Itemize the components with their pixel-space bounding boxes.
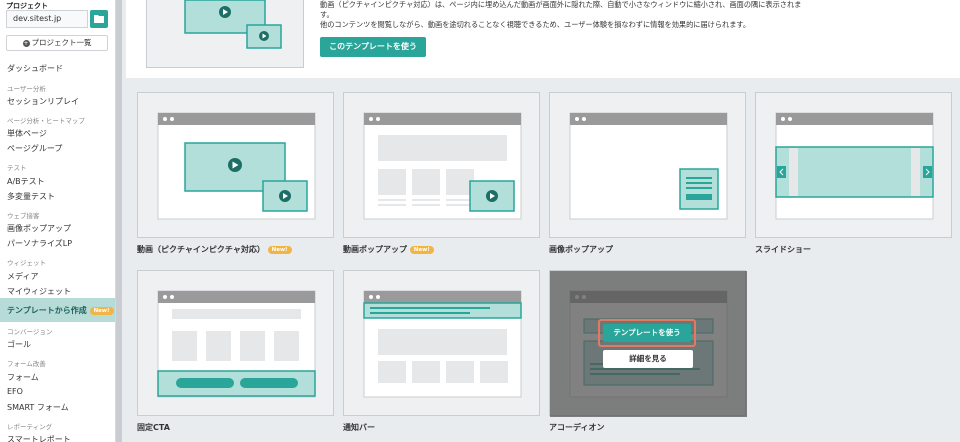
template-card-title: 固定CTA: [137, 423, 170, 432]
template-thumbnail[interactable]: [137, 270, 334, 416]
new-badge: New!: [89, 306, 114, 315]
sidebar-item-smart-report[interactable]: スマートレポート: [7, 434, 71, 442]
description-line: す。: [320, 10, 334, 19]
section-web-service: ウェブ接客: [7, 212, 40, 220]
sidebar-item-personalize-lp[interactable]: パーソナライズLP: [7, 238, 72, 249]
image-popup-thumbnail: [569, 112, 728, 220]
template-card-title: スライドショー: [755, 245, 811, 254]
use-this-template-button[interactable]: このテンプレートを使う: [320, 37, 426, 57]
sidebar-item-page-group[interactable]: ページグループ: [7, 143, 62, 154]
sidebar-item-smart-form[interactable]: SMART フォーム: [7, 402, 69, 413]
template-card-slideshow[interactable]: スライドショー: [755, 92, 952, 258]
new-badge: New!: [409, 245, 434, 254]
pip-video-thumbnail: [157, 112, 316, 220]
template-title: 動画（ピクチャインピクチャ対応）: [137, 245, 265, 254]
project-list-label: プロジェクト一覧: [31, 38, 92, 47]
sidebar-item-session-replay[interactable]: セッションリプレイ: [7, 96, 79, 107]
template-thumbnail[interactable]: [343, 92, 540, 238]
project-list-button[interactable]: + プロジェクト一覧: [6, 35, 108, 51]
sidebar-item-ab-test[interactable]: A/Bテスト: [7, 176, 45, 187]
description-line: 動画（ピクチャインピクチャ対応）は、ページ内に埋め込んだ動画が画面外に隠れた際、…: [320, 0, 802, 9]
section-conversion: コンバージョン: [7, 328, 53, 336]
template-thumbnail[interactable]: [755, 92, 952, 238]
template-card-title: アコーディオン: [549, 423, 605, 432]
section-page-analysis: ページ分析・ヒートマップ: [7, 117, 85, 125]
sidebar-item-goal[interactable]: ゴール: [7, 339, 31, 350]
folder-icon: [94, 15, 104, 23]
hover-overlay: テンプレートを使う 詳細を見る: [550, 271, 747, 417]
sidebar-item-create-from-template[interactable]: テンプレートから作成 New!: [0, 298, 115, 322]
template-detail-panel: 動画（ピクチャインピクチャ対応）は、ページ内に埋め込んだ動画が画面外に隠れた際、…: [126, 0, 960, 78]
section-reporting: レポーティング: [7, 423, 53, 431]
sidebar-item-media[interactable]: メディア: [7, 271, 38, 282]
sidebar-item-image-popup[interactable]: 画像ポップアップ: [7, 223, 71, 234]
sidebar-item-efo[interactable]: EFO: [7, 387, 23, 396]
section-form: フォーム改善: [7, 360, 46, 368]
template-card-video-popup[interactable]: 動画ポップアップ New!: [343, 92, 540, 258]
template-thumbnail[interactable]: [549, 92, 746, 238]
sidebar-item-label: テンプレートから作成: [7, 306, 87, 315]
site-selector[interactable]: dev.sitest.jp: [6, 10, 88, 28]
view-details-button[interactable]: 詳細を見る: [603, 350, 693, 368]
template-thumbnail[interactable]: [343, 270, 540, 416]
description-line: 他のコンテンツを閲覧しながら、動画を途切れることなく視聴できるため、ユーザー体験…: [320, 20, 751, 29]
use-template-button[interactable]: テンプレートを使う: [603, 324, 691, 342]
template-description: 動画（ピクチャインピクチャ対応）は、ページ内に埋め込んだ動画が画面外に隠れた際、…: [320, 0, 920, 30]
template-thumbnail[interactable]: [137, 92, 334, 238]
template-card-title: 動画（ピクチャインピクチャ対応） New!: [137, 244, 292, 255]
sidebar-item-dashboard[interactable]: ダッシュボード: [7, 63, 63, 74]
sidebar-item-my-widget[interactable]: マイウィジェット: [7, 286, 71, 297]
pip-video-preview: [184, 0, 282, 49]
fixed-cta-thumbnail: [157, 290, 316, 398]
template-thumbnail[interactable]: テンプレートを使う 詳細を見る: [549, 270, 747, 417]
section-test: テスト: [7, 164, 27, 172]
sidebar-item-multivariate[interactable]: 多変量テスト: [7, 191, 55, 202]
sidebar-scrollbar[interactable]: [116, 0, 122, 442]
template-card-title: 動画ポップアップ New!: [343, 244, 434, 255]
plus-circle-icon: +: [22, 39, 30, 47]
slideshow-thumbnail: [775, 112, 934, 220]
template-preview: [146, 0, 304, 68]
section-user-analysis: ユーザー分析: [7, 85, 46, 93]
template-card-pip-video[interactable]: 動画（ピクチャインピクチャ対応） New!: [137, 92, 334, 258]
template-card-notification-bar[interactable]: 通知バー: [343, 270, 540, 436]
video-popup-thumbnail: [363, 112, 522, 220]
section-widget: ウィジェット: [7, 259, 46, 267]
sidebar: プロジェクト dev.sitest.jp + プロジェクト一覧 ダッシュボード ユ…: [0, 0, 116, 442]
notification-bar-thumbnail: [363, 290, 522, 398]
template-card-fixed-cta[interactable]: 固定CTA: [137, 270, 334, 436]
template-card-accordion[interactable]: テンプレートを使う 詳細を見る アコーディオン: [549, 270, 747, 436]
template-title: 動画ポップアップ: [343, 245, 407, 254]
folder-button[interactable]: [90, 10, 108, 28]
template-card-title: 画像ポップアップ: [549, 245, 613, 254]
sidebar-item-form[interactable]: フォーム: [7, 372, 39, 383]
highlight-frame: テンプレートを使う: [598, 319, 696, 347]
template-card-image-popup[interactable]: 画像ポップアップ: [549, 92, 746, 258]
sidebar-item-single-page[interactable]: 単体ページ: [7, 128, 47, 139]
new-badge: New!: [267, 245, 292, 254]
template-card-title: 通知バー: [343, 423, 375, 432]
